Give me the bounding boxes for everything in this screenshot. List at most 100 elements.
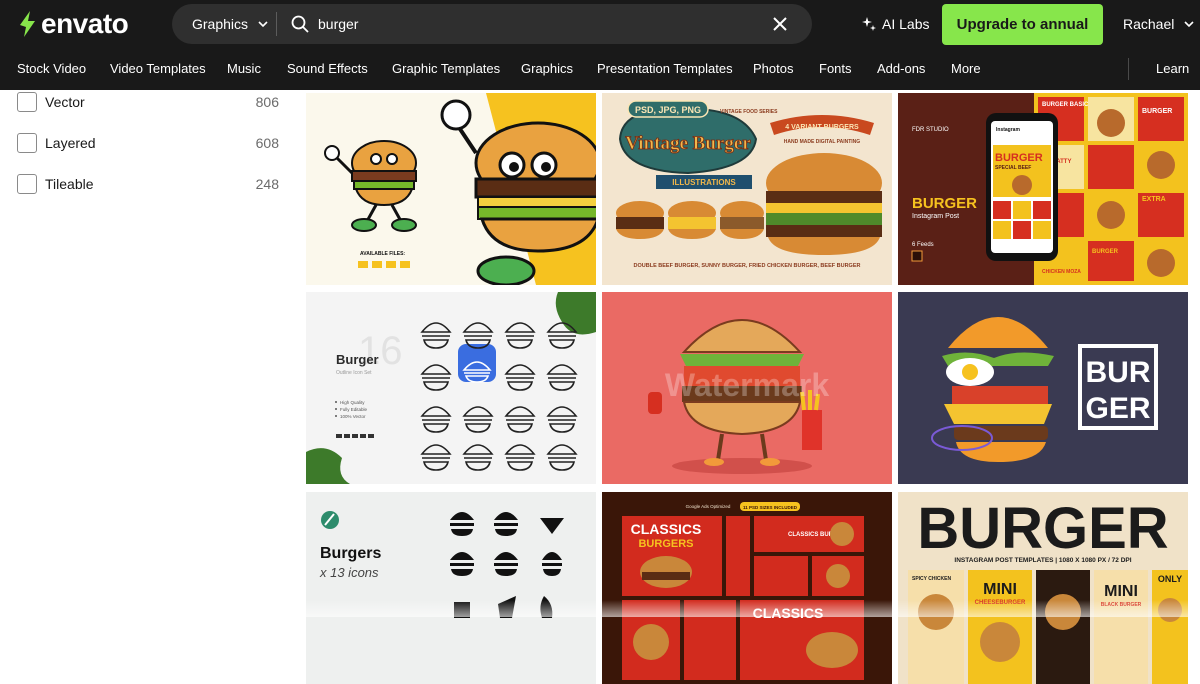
- result-tile-classics-burgers[interactable]: Google Ads Optimized 11 PSD SIZES INCLUD…: [602, 492, 892, 684]
- collage-label: BURGER: [1092, 249, 1119, 255]
- upgrade-button[interactable]: Upgrade to annual: [942, 4, 1103, 45]
- nav-divider: [1128, 58, 1129, 80]
- close-icon[interactable]: [772, 16, 788, 32]
- nav-item-add-ons[interactable]: Add-ons: [877, 61, 925, 76]
- icon-set-subtitle: Outline Icon Set: [336, 370, 372, 376]
- ad-classics-title: CLASSICS: [631, 521, 702, 537]
- result-tile-vintage-burger[interactable]: PSD, JPG, PNG VINTAGE FOOD SERIES Vintag…: [602, 93, 892, 285]
- nav-item-presentation-templates[interactable]: Presentation Templates: [597, 61, 733, 76]
- ai-labs-label: AI Labs: [882, 16, 930, 32]
- variants-sublabel: HAND MADE DIGITAL PAINTING: [784, 139, 860, 145]
- vintage-title: Vintage Burger: [625, 133, 751, 154]
- envato-leaf-icon: [20, 11, 35, 37]
- burger-character-image: Watermark: [602, 292, 892, 484]
- result-tile-burger-poster[interactable]: BUR GER: [898, 292, 1188, 484]
- collage-label: EXTRA: [1142, 196, 1166, 203]
- series-label: VINTAGE FOOD SERIES: [720, 109, 778, 115]
- ai-labs-link[interactable]: AI Labs: [862, 14, 929, 34]
- category-nav: Stock Video Video Templates Music Sound …: [0, 48, 1200, 90]
- chevron-down-icon: [1184, 21, 1194, 28]
- burger-outline-icons-image: 16 Burger Outline Icon Set High Quality …: [306, 292, 596, 484]
- nav-item-graphic-templates[interactable]: Graphic Templates: [392, 61, 500, 76]
- nav-item-music[interactable]: Music: [227, 61, 261, 76]
- template-card-label: MINI: [983, 581, 1017, 598]
- filter-count: 248: [255, 176, 279, 192]
- envato-logo[interactable]: envato: [16, 8, 129, 40]
- template-card-label: ONLY: [1158, 574, 1182, 584]
- template-card-label: CHEESEBURGER: [975, 600, 1026, 606]
- template-card-label: MINI: [1104, 583, 1138, 600]
- studio-label: FDR STUDIO: [912, 127, 949, 133]
- search-bar: Graphics: [172, 4, 812, 44]
- feeds-count: 6 Feeds: [912, 242, 934, 248]
- nav-item-fonts[interactable]: Fonts: [819, 61, 852, 76]
- available-files-label: AVAILABLE FILES:: [360, 251, 405, 257]
- logo-text: envato: [41, 8, 129, 39]
- feature-bullet: High Quality: [340, 400, 365, 405]
- user-menu[interactable]: Rachael: [1123, 14, 1194, 34]
- burger-instagram-image: FDR STUDIO BURGER Instagram Post 6 Feeds…: [898, 93, 1188, 285]
- collage-label: BURGER BASIC: [1042, 102, 1089, 108]
- burgers-icons-image: Burgers x 13 icons: [306, 492, 596, 684]
- nav-item-learn[interactable]: Learn: [1156, 61, 1189, 76]
- classics-burgers-image: Google Ads Optimized 11 PSD SIZES INCLUD…: [602, 492, 892, 684]
- burger-templates-image: BURGER INSTAGRAM POST TEMPLATES | 1080 X…: [898, 492, 1188, 684]
- sparkle-icon: [862, 17, 876, 31]
- checkbox[interactable]: [17, 92, 37, 112]
- checkbox[interactable]: [17, 133, 37, 153]
- user-name: Rachael: [1123, 16, 1175, 32]
- feature-bullet: Fully Editable: [340, 407, 368, 412]
- vintage-caption: DOUBLE BEEF BURGER, SUNNY BURGER, FRIED …: [634, 263, 861, 269]
- format-badge: PSD, JPG, PNG: [635, 105, 701, 115]
- filter-label: Layered: [45, 135, 96, 151]
- icons-title: Burgers: [320, 545, 381, 562]
- burger-mascot-image: AVAILABLE FILES:: [306, 93, 596, 285]
- poster-line-2: GER: [1085, 392, 1150, 425]
- template-card-label: BLACK BURGER: [1101, 602, 1142, 608]
- templates-subtitle: INSTAGRAM POST TEMPLATES | 1080 X 1080 P…: [954, 557, 1131, 564]
- nav-item-more[interactable]: More: [951, 61, 981, 76]
- feature-bullet: 100% Vector: [340, 414, 366, 419]
- search-category-dropdown[interactable]: Graphics: [172, 4, 276, 44]
- ad-classics-title-2: CLASSICS: [753, 605, 824, 621]
- illustrations-ribbon: ILLUSTRATIONS: [672, 178, 736, 187]
- search-icon: [291, 15, 309, 33]
- top-bar: envato Graphics AI Labs Upgrade to annua…: [0, 0, 1200, 48]
- collage-label: CHICKEN MOZA: [1042, 269, 1081, 275]
- nav-item-stock-video[interactable]: Stock Video: [17, 61, 86, 76]
- filter-tileable[interactable]: Tileable 248: [17, 173, 279, 195]
- result-tile-burger-mascot[interactable]: AVAILABLE FILES:: [306, 93, 596, 285]
- result-tile-burger-instagram[interactable]: FDR STUDIO BURGER Instagram Post 6 Feeds…: [898, 93, 1188, 285]
- collage-label: BURGER: [1142, 108, 1172, 115]
- phone-post-sub: SPECIAL BEEF: [995, 165, 1031, 171]
- filter-count: 806: [255, 94, 279, 110]
- nav-item-graphics[interactable]: Graphics: [521, 61, 573, 76]
- watermark-text: Watermark: [665, 367, 829, 403]
- instagram-logo-text: Instagram: [996, 127, 1020, 133]
- filter-count: 608: [255, 135, 279, 151]
- filter-vector[interactable]: Vector 806: [17, 91, 279, 113]
- ads-top-label: Google Ads Optimized: [686, 504, 731, 509]
- result-tile-burger-outline-icons[interactable]: 16 Burger Outline Icon Set High Quality …: [306, 292, 596, 484]
- result-tile-burgers-icons[interactable]: Burgers x 13 icons: [306, 492, 596, 684]
- chevron-down-icon: [258, 21, 268, 28]
- search-category-label: Graphics: [192, 16, 249, 32]
- vintage-burger-image: PSD, JPG, PNG VINTAGE FOOD SERIES Vintag…: [602, 93, 892, 285]
- instagram-subtitle: Instagram Post: [912, 213, 959, 220]
- nav-item-photos[interactable]: Photos: [753, 61, 793, 76]
- result-tile-burger-character[interactable]: Watermark: [602, 292, 892, 484]
- icons-subtitle: x 13 icons: [319, 565, 379, 580]
- checkbox[interactable]: [17, 174, 37, 194]
- burger-poster-image: BUR GER: [898, 292, 1188, 484]
- result-tile-burger-templates[interactable]: BURGER INSTAGRAM POST TEMPLATES | 1080 X…: [898, 492, 1188, 684]
- filter-layered[interactable]: Layered 608: [17, 132, 279, 154]
- phone-post-title: BURGER: [995, 152, 1043, 164]
- search-input[interactable]: [318, 12, 748, 36]
- psd-sizes-pill: 11 PSD SIZES INCLUDED: [743, 505, 798, 510]
- variants-label: 4 VARIANT BURGERS: [785, 124, 859, 131]
- nav-item-video-templates[interactable]: Video Templates: [110, 61, 206, 76]
- ad-burgers-title: BURGERS: [638, 538, 693, 550]
- nav-item-sound-effects[interactable]: Sound Effects: [287, 61, 368, 76]
- instagram-title: BURGER: [912, 195, 977, 212]
- icon-set-title: Burger: [336, 352, 379, 367]
